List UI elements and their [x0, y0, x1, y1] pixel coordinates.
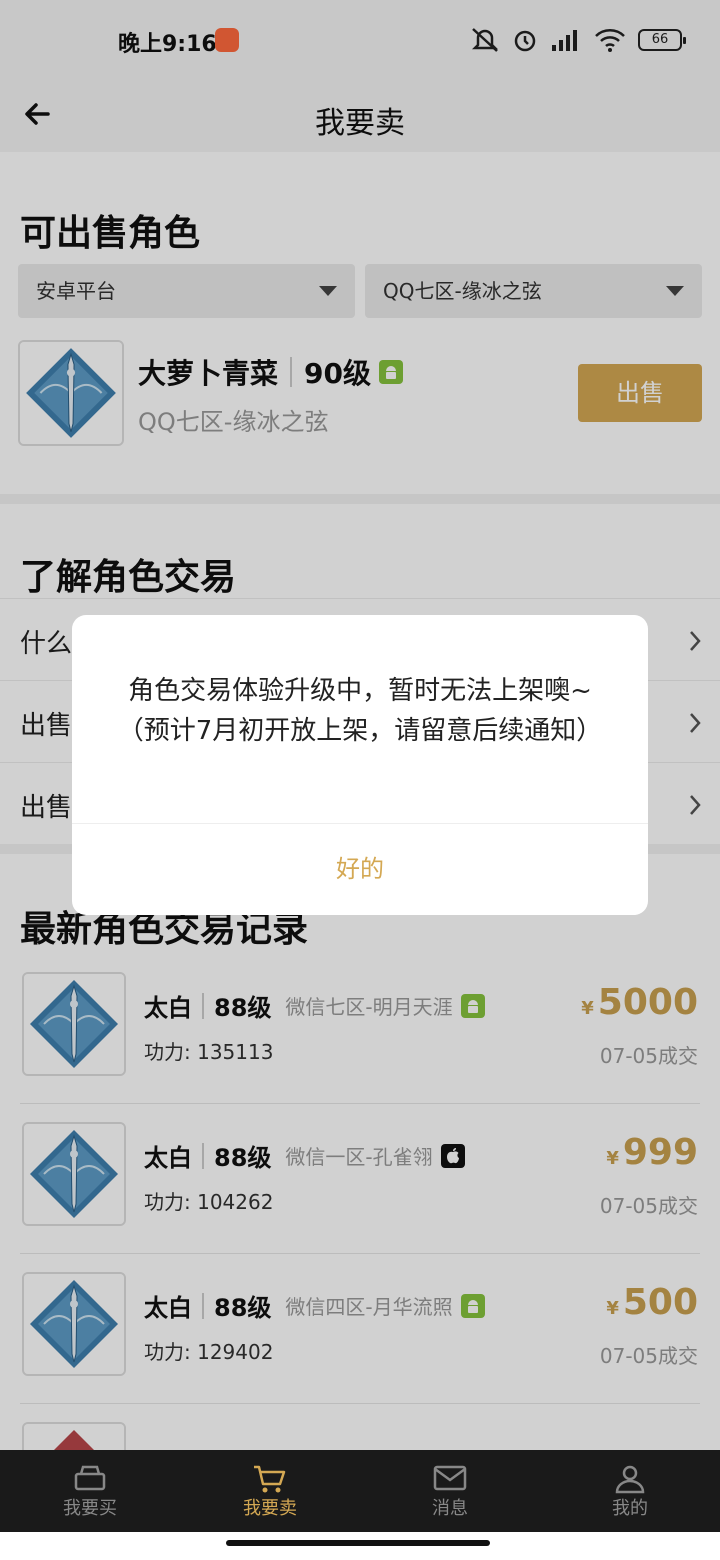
system-nav-bar	[0, 1532, 720, 1560]
tab-label: 我要卖	[243, 1498, 297, 1519]
tab-mine[interactable]: 我的	[540, 1450, 720, 1532]
tab-label: 我的	[612, 1498, 648, 1519]
tab-messages[interactable]: 消息	[360, 1450, 540, 1532]
notice-dialog: 角色交易体验升级中，暂时无法上架噢~（预计7月初开放上架，请留意后续通知） 好的	[72, 615, 648, 915]
dialog-message: 角色交易体验升级中，暂时无法上架噢~（预计7月初开放上架，请留意后续通知）	[117, 676, 603, 746]
mail-icon	[433, 1465, 467, 1491]
tab-label: 我要买	[63, 1498, 117, 1519]
tab-label: 消息	[432, 1498, 468, 1519]
shop-icon	[74, 1465, 106, 1491]
cart-icon	[254, 1465, 286, 1493]
bottom-tab-bar: 我要买 我要卖 消息 我的	[0, 1450, 720, 1532]
tab-buy[interactable]: 我要买	[0, 1450, 180, 1532]
ok-button[interactable]: 好的	[72, 824, 648, 915]
home-indicator[interactable]	[226, 1540, 490, 1546]
user-icon	[615, 1465, 645, 1494]
tab-sell[interactable]: 我要卖	[180, 1450, 360, 1532]
